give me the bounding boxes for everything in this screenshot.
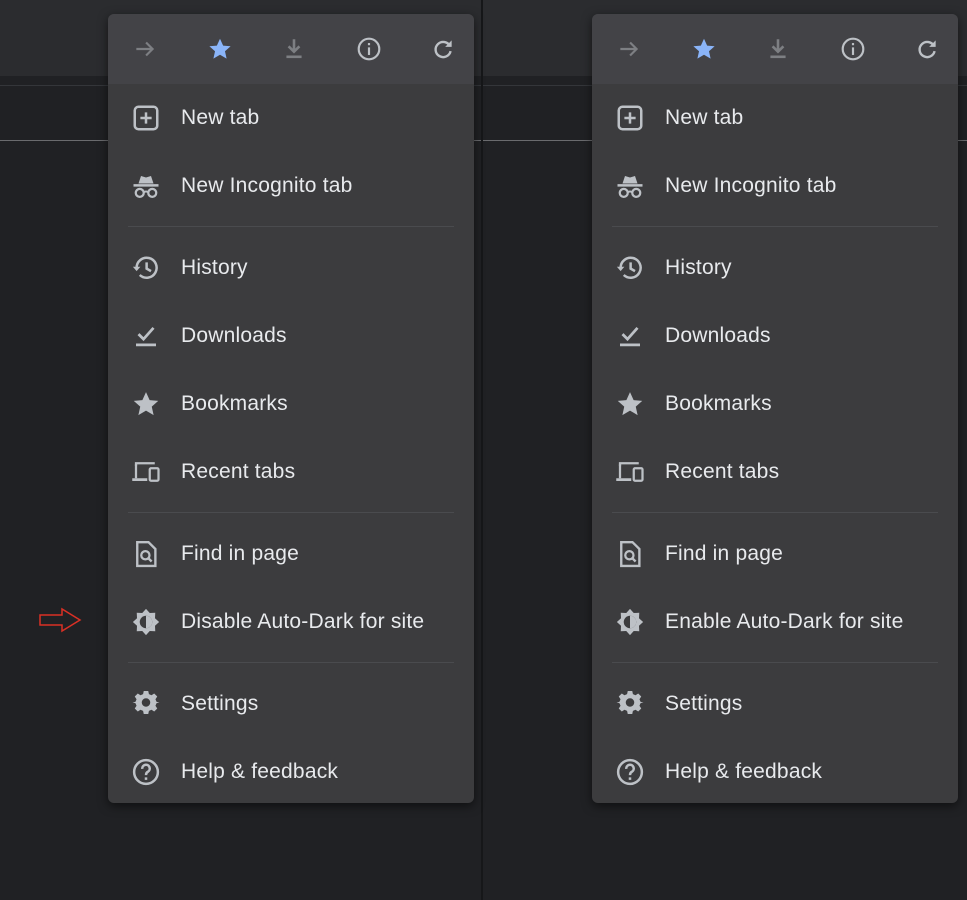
incognito-icon	[130, 170, 162, 202]
menu-item-label: Help & feedback	[181, 760, 339, 783]
menu-separator	[592, 220, 958, 234]
help-icon	[614, 756, 646, 788]
menu-item-label: Recent tabs	[181, 460, 296, 483]
menu-item-label: Bookmarks	[181, 392, 288, 415]
menu-item-label: History	[665, 256, 732, 279]
find-in-page-icon	[130, 538, 162, 570]
menu-separator	[108, 220, 474, 234]
menu-separator	[108, 506, 474, 520]
menu-item-settings-gear[interactable]: Settings	[108, 670, 474, 738]
settings-gear-icon	[130, 688, 162, 720]
help-icon	[130, 756, 162, 788]
menu-item-label: New tab	[181, 106, 260, 129]
menu-item-recent-tabs-devices[interactable]: Recent tabs	[592, 438, 958, 506]
history-icon	[614, 252, 646, 284]
menu-item-new-tab[interactable]: New tab	[592, 84, 958, 152]
settings-gear-icon	[614, 688, 646, 720]
new-tab-icon	[130, 102, 162, 134]
forward-arrow-icon[interactable]	[614, 34, 644, 64]
forward-arrow-icon[interactable]	[130, 34, 160, 64]
menu-item-incognito[interactable]: New Incognito tab	[108, 152, 474, 220]
menu-items: New tab New Incognito tab History Downloads…	[108, 84, 474, 803]
menu-separator	[108, 656, 474, 670]
menu-item-history[interactable]: History	[108, 234, 474, 302]
menu-item-bookmarks-star[interactable]: Bookmarks	[592, 370, 958, 438]
bookmarks-star-icon	[130, 388, 162, 420]
recent-tabs-devices-icon	[614, 456, 646, 488]
bookmark-star-icon[interactable]	[205, 34, 235, 64]
menu-item-label: Recent tabs	[665, 460, 780, 483]
menu-items: New tab New Incognito tab History Downloads…	[592, 84, 958, 803]
overflow-menu-right: New tab New Incognito tab History Downloads…	[592, 14, 958, 803]
downloads-check-icon	[130, 320, 162, 352]
auto-dark-icon	[130, 606, 162, 638]
auto-dark-icon	[614, 606, 646, 638]
menu-item-downloads-check[interactable]: Downloads	[108, 302, 474, 370]
menu-item-find-in-page[interactable]: Find in page	[592, 520, 958, 588]
menu-icon-row	[108, 14, 474, 84]
download-icon[interactable]	[763, 34, 793, 64]
bookmarks-star-icon	[614, 388, 646, 420]
find-in-page-icon	[614, 538, 646, 570]
menu-item-label: Disable Auto-Dark for site	[181, 610, 425, 633]
menu-item-incognito[interactable]: New Incognito tab	[592, 152, 958, 220]
menu-item-find-in-page[interactable]: Find in page	[108, 520, 474, 588]
history-icon	[130, 252, 162, 284]
menu-item-auto-dark[interactable]: Enable Auto-Dark for site	[592, 588, 958, 656]
menu-item-label: New Incognito tab	[181, 174, 353, 197]
downloads-check-icon	[614, 320, 646, 352]
menu-separator	[592, 656, 958, 670]
info-icon[interactable]	[838, 34, 868, 64]
menu-item-help[interactable]: Help & feedback	[592, 738, 958, 803]
overflow-menu-left: New tab New Incognito tab History Downloads…	[108, 14, 474, 803]
menu-item-new-tab[interactable]: New tab	[108, 84, 474, 152]
menu-item-downloads-check[interactable]: Downloads	[592, 302, 958, 370]
info-icon[interactable]	[354, 34, 384, 64]
menu-item-label: Downloads	[665, 324, 771, 347]
menu-item-label: Settings	[665, 692, 743, 715]
menu-item-settings-gear[interactable]: Settings	[592, 670, 958, 738]
menu-separator	[592, 506, 958, 520]
indicator-arrow-icon	[39, 607, 82, 633]
menu-item-label: History	[181, 256, 248, 279]
menu-item-history[interactable]: History	[592, 234, 958, 302]
menu-item-label: Help & feedback	[665, 760, 823, 783]
reload-icon[interactable]	[912, 34, 942, 64]
menu-icon-row	[592, 14, 958, 84]
menu-item-label: Find in page	[665, 542, 783, 565]
recent-tabs-devices-icon	[130, 456, 162, 488]
menu-item-recent-tabs-devices[interactable]: Recent tabs	[108, 438, 474, 506]
new-tab-icon	[614, 102, 646, 134]
reload-icon[interactable]	[428, 34, 458, 64]
bookmark-star-icon[interactable]	[689, 34, 719, 64]
menu-item-help[interactable]: Help & feedback	[108, 738, 474, 803]
menu-item-bookmarks-star[interactable]: Bookmarks	[108, 370, 474, 438]
menu-item-label: New tab	[665, 106, 744, 129]
menu-item-auto-dark[interactable]: Disable Auto-Dark for site	[108, 588, 474, 656]
menu-item-label: Downloads	[181, 324, 287, 347]
menu-item-label: Bookmarks	[665, 392, 772, 415]
download-icon[interactable]	[279, 34, 309, 64]
menu-item-label: New Incognito tab	[665, 174, 837, 197]
incognito-icon	[614, 170, 646, 202]
menu-item-label: Find in page	[181, 542, 299, 565]
menu-item-label: Settings	[181, 692, 259, 715]
menu-item-label: Enable Auto-Dark for site	[665, 610, 904, 633]
